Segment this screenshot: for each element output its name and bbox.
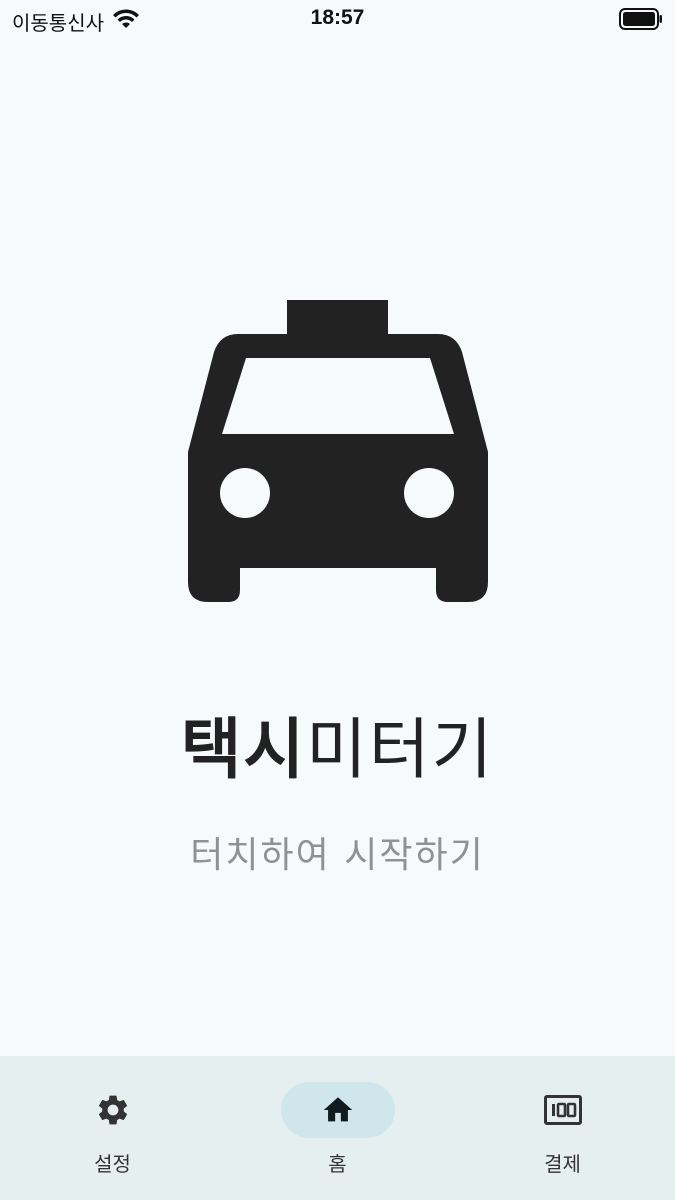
nav-label-settings: 설정 xyxy=(94,1152,131,1176)
start-screen[interactable]: 택시미터기 터치하여 시작하기 xyxy=(0,40,675,1056)
nav-label-home: 홈 xyxy=(328,1152,347,1176)
nav-icon-container xyxy=(280,1082,395,1138)
gear-icon xyxy=(98,1095,127,1125)
nav-item-home[interactable]: 홈 xyxy=(225,1056,450,1200)
taxi-icon xyxy=(188,300,488,602)
nav-icon-container xyxy=(56,1082,170,1138)
app-title: 택시미터기 xyxy=(0,696,675,792)
nav-label-payment: 결제 xyxy=(544,1152,581,1176)
home-icon xyxy=(323,1097,352,1122)
battery-icon xyxy=(619,8,662,30)
nav-icon-container xyxy=(506,1082,620,1138)
payment-icon xyxy=(543,1095,582,1125)
app-title-light: 미터기 xyxy=(306,711,495,788)
nav-item-settings[interactable]: 설정 xyxy=(0,1056,225,1200)
bottom-nav: 설정 홈 결제 xyxy=(0,1056,675,1200)
clock: 18:57 xyxy=(310,6,365,29)
app-title-bold: 택시 xyxy=(180,711,307,788)
nav-item-payment[interactable]: 결제 xyxy=(450,1056,675,1200)
status-bar: 이동통신사 18:57 xyxy=(0,0,675,40)
touch-to-start-label[interactable]: 터치하여 시작하기 xyxy=(0,826,675,878)
